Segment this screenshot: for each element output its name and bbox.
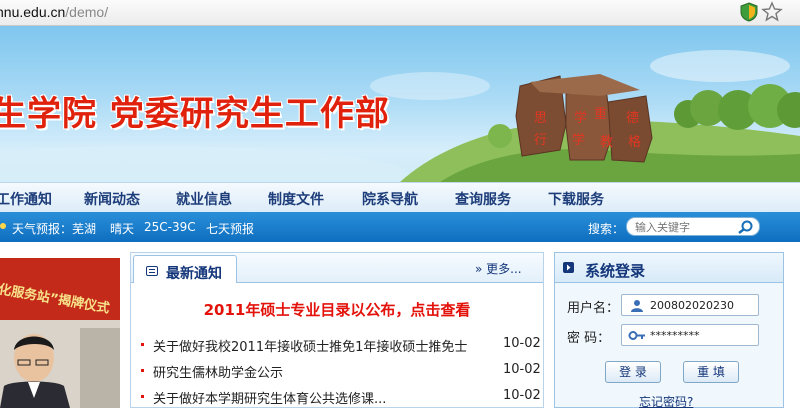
rock-char-7: 格 [628, 134, 641, 150]
news-panel-title: 最新通知 [166, 266, 222, 282]
forgot-password-link[interactable]: 忘记密码? [639, 393, 693, 408]
reset-button[interactable]: 重 填 [683, 361, 739, 383]
search-icon[interactable] [737, 219, 755, 235]
weather-label: 天气预报：芜湖 [12, 222, 97, 236]
tab-latest-notices[interactable]: 最新通知 [133, 255, 237, 283]
login-panel: 系统登录 用户名： 密 码： 登 录 重 填 忘记密码? [554, 252, 784, 408]
site-title: 生学院 党委研究生工作部 [0, 94, 390, 134]
search-box [626, 217, 760, 236]
password-label: 密 码： [567, 331, 611, 346]
info-bar: 天气预报：芜湖 晴天 25C-39C 七天预报 搜索： [0, 212, 800, 242]
username-label: 用户名： [567, 301, 620, 316]
url-host: nnu.edu.cn [0, 4, 66, 20]
nav-item-query[interactable]: 查询服务 [455, 189, 511, 209]
url-text[interactable]: nnu.edu.cn/demo/ [0, 4, 108, 20]
news-panel-header: 最新通知 » 更多... [131, 253, 543, 283]
event-photo[interactable]: 化服务站”揭牌仪式 [0, 258, 120, 408]
password-input[interactable] [650, 328, 754, 343]
nav-item-downloads[interactable]: 下载服务 [548, 189, 604, 209]
news-icon [146, 266, 158, 276]
key-icon [628, 331, 645, 340]
news-headline[interactable]: 2011年硕士专业目录以公布，点击查看 [131, 299, 543, 320]
bullet-icon [141, 369, 144, 372]
weather-forecast-link[interactable]: 七天预报 [206, 220, 254, 237]
nav-item-news[interactable]: 新闻动态 [84, 189, 140, 209]
weather-icon [0, 223, 6, 229]
news-row-title: 关于做好本学期研究生体育公共选修课... [153, 392, 387, 407]
user-icon [631, 300, 643, 312]
search-input[interactable] [635, 220, 735, 234]
news-row-date: 10-02 [503, 362, 541, 377]
username-input[interactable] [650, 298, 754, 313]
site-banner: 思 学 重 德 行 学 教 格 生学院 党委研究生工作部 [0, 26, 800, 182]
news-row-date: 10-02 [503, 388, 541, 403]
login-button[interactable]: 登 录 [605, 361, 661, 383]
url-path: /demo/ [65, 4, 109, 20]
bookmark-star-icon[interactable] [761, 1, 783, 23]
bullet-icon [141, 395, 144, 398]
news-panel: 最新通知 » 更多... 2011年硕士专业目录以公布，点击查看 关于做好我校2… [130, 252, 544, 408]
username-field [621, 294, 759, 316]
browser-address-bar: nnu.edu.cn/demo/ [0, 0, 800, 26]
weather-temperature: 25C-39C [144, 220, 196, 234]
rock-char-2: 重 [594, 106, 607, 122]
nav-item-departments[interactable]: 院系导航 [362, 189, 418, 209]
password-field [621, 324, 759, 346]
news-row[interactable]: 关于做好本学期研究生体育公共选修课... 10-02 [141, 387, 541, 407]
news-row[interactable]: 关于做好我校2011年接收硕士推免1年接收硕士推免士 10-02 [141, 335, 541, 355]
double-chevron-right-icon: » [475, 262, 483, 276]
rock-char-0: 思 [534, 111, 547, 126]
rock-char-5: 学 [572, 132, 585, 148]
news-more-label: 更多... [486, 262, 522, 276]
bullet-icon [141, 343, 144, 346]
news-row-date: 10-02 [503, 336, 541, 351]
photo-content: 化服务站”揭牌仪式 [0, 258, 120, 408]
rock-char-3: 德 [626, 111, 639, 126]
main-nav: 工作通知 新闻动态 就业信息 制度文件 院系导航 查询服务 下载服务 [0, 182, 800, 212]
nav-item-regulations[interactable]: 制度文件 [268, 189, 324, 209]
news-row[interactable]: 研究生儒林助学金公示 10-02 [141, 361, 541, 381]
news-row-title: 研究生儒林助学金公示 [153, 366, 284, 381]
news-row-title: 关于做好我校2011年接收硕士推免1年接收硕士推免士 [153, 340, 468, 355]
search-label: 搜索： [588, 222, 625, 236]
news-more-link[interactable]: » 更多... [475, 260, 522, 277]
rock-char-6: 教 [600, 134, 613, 150]
url-field[interactable]: nnu.edu.cn/demo/ [0, 0, 736, 24]
shield-icon[interactable] [739, 2, 759, 22]
login-panel-header: 系统登录 [555, 253, 783, 283]
arrow-right-icon [563, 262, 574, 273]
rock-char-1: 学 [574, 110, 587, 126]
nav-item-work-notice[interactable]: 工作通知 [0, 189, 52, 209]
rock-char-4: 行 [534, 133, 547, 148]
weather-condition: 晴天 [110, 222, 135, 236]
login-title: 系统登录 [585, 262, 646, 280]
nav-item-employment[interactable]: 就业信息 [176, 189, 232, 209]
